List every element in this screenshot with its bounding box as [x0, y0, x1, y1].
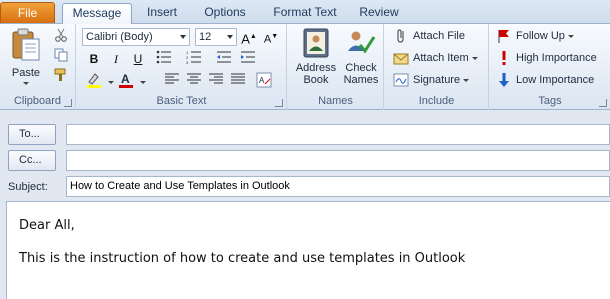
ribbon-tab-strip: File Message Insert Options Format Text …	[0, 0, 610, 25]
body-text: This is the instruction of how to create…	[19, 251, 466, 266]
low-importance-button[interactable]: Low Importance	[496, 70, 594, 90]
address-book-icon	[303, 28, 329, 58]
basic-text-dialog-launcher-icon[interactable]	[275, 99, 283, 107]
exclamation-icon	[496, 50, 512, 66]
high-importance-button[interactable]: High Importance	[496, 48, 597, 68]
subject-field[interactable]: How to Create and Use Templates in Outlo…	[66, 176, 610, 197]
to-button[interactable]: To...	[8, 124, 56, 145]
highlight-dropdown-icon[interactable]	[108, 81, 114, 84]
ribbon: Paste Clipboard Calibri (Body) 12 A▲ A▼ …	[0, 24, 610, 110]
shrink-font-icon[interactable]: A▼	[262, 28, 280, 46]
signature-dropdown-icon[interactable]	[463, 78, 470, 82]
attach-item-label: Attach Item	[413, 52, 469, 64]
cut-icon[interactable]	[52, 28, 70, 46]
chevron-down-icon[interactable]	[180, 35, 186, 39]
check-names-label: Check Names	[343, 62, 379, 86]
address-book-label: Address Book	[295, 62, 337, 86]
align-center-icon[interactable]	[185, 72, 203, 90]
italic-button[interactable]: I	[107, 50, 125, 68]
include-group-label: Include	[418, 95, 455, 107]
group-include: Attach File Attach Item Signature Includ…	[385, 24, 489, 110]
check-names-icon	[348, 31, 376, 54]
svg-text:A: A	[121, 72, 130, 86]
format-painter-icon[interactable]	[52, 68, 70, 86]
high-importance-label: High Importance	[516, 52, 597, 64]
group-tags: Follow Up High Importance Low Importance…	[490, 24, 610, 110]
group-names: Address Book Check Names Names	[288, 24, 384, 110]
flag-icon	[496, 28, 512, 44]
attach-item-dropdown-icon[interactable]	[471, 56, 478, 60]
tab-file[interactable]: File	[0, 2, 55, 23]
low-importance-label: Low Importance	[516, 74, 595, 86]
group-basic-text: Calibri (Body) 12 A▲ A▼ B I U 123 A A Ba…	[77, 24, 287, 110]
underline-button[interactable]: U	[129, 50, 147, 68]
clear-formatting-icon[interactable]: A	[255, 72, 273, 90]
attach-file-label: Attach File	[413, 30, 465, 42]
subject-label: Subject:	[8, 181, 48, 193]
tab-review[interactable]: Review	[352, 3, 406, 24]
tab-format-text[interactable]: Format Text	[262, 3, 348, 24]
decrease-indent-icon[interactable]	[215, 50, 233, 68]
font-name-combo[interactable]: Calibri (Body)	[82, 28, 190, 46]
tab-options[interactable]: Options	[194, 3, 256, 24]
font-size-combo[interactable]: 12	[195, 28, 237, 46]
message-body[interactable]: Dear All, This is the instruction of how…	[6, 201, 610, 299]
follow-up-label: Follow Up	[516, 30, 565, 42]
signature-icon	[393, 72, 409, 88]
align-left-icon[interactable]	[163, 72, 181, 90]
svg-text:3: 3	[186, 60, 189, 64]
cc-field[interactable]	[66, 150, 610, 171]
clipboard-dialog-launcher-icon[interactable]	[64, 99, 72, 107]
grow-font-icon[interactable]: A▲	[240, 28, 258, 46]
signature-label: Signature	[413, 74, 461, 86]
font-color-icon[interactable]: A	[117, 72, 135, 90]
group-clipboard: Paste Clipboard	[0, 24, 76, 110]
cc-button[interactable]: Cc...	[8, 150, 56, 171]
signature-button[interactable]: Signature	[393, 70, 470, 90]
copy-icon[interactable]	[52, 48, 70, 66]
font-color-dropdown-icon[interactable]	[140, 81, 146, 84]
message-header: To... Cc... Subject: How to Create and U…	[0, 111, 610, 200]
increase-indent-icon[interactable]	[239, 50, 257, 68]
envelope-icon	[393, 50, 409, 66]
justify-icon[interactable]	[229, 72, 247, 90]
numbering-icon[interactable]: 123	[185, 50, 203, 68]
follow-up-dropdown-icon[interactable]	[567, 34, 574, 38]
arrow-down-icon	[496, 72, 512, 88]
align-right-icon[interactable]	[207, 72, 225, 90]
follow-up-button[interactable]: Follow Up	[496, 26, 574, 46]
font-name-value: Calibri (Body)	[86, 31, 153, 43]
bullets-icon[interactable]	[155, 50, 173, 68]
paste-label: Paste	[11, 67, 41, 79]
basic-text-group-label: Basic Text	[156, 95, 207, 107]
check-names-button[interactable]: Check Names	[340, 27, 382, 93]
highlight-color-icon[interactable]	[85, 72, 103, 90]
tags-dialog-launcher-icon[interactable]	[599, 99, 607, 107]
tab-message[interactable]: Message	[62, 3, 132, 25]
to-field[interactable]	[66, 124, 610, 145]
address-book-button[interactable]: Address Book	[292, 27, 340, 93]
attach-item-button[interactable]: Attach Item	[393, 48, 478, 68]
svg-text:A: A	[259, 76, 265, 85]
attach-file-button[interactable]: Attach File	[393, 26, 465, 46]
bold-button[interactable]: B	[85, 50, 103, 68]
paste-dropdown-icon[interactable]	[23, 82, 29, 85]
tab-insert[interactable]: Insert	[136, 3, 188, 24]
font-size-value: 12	[199, 31, 212, 43]
paste-icon	[12, 28, 40, 61]
chevron-down-icon[interactable]	[227, 35, 233, 39]
paste-button[interactable]: Paste	[4, 27, 48, 91]
body-greeting: Dear All,	[19, 218, 75, 233]
names-group-label: Names	[318, 95, 353, 107]
tags-group-label: Tags	[538, 95, 562, 107]
paperclip-icon	[393, 28, 409, 44]
